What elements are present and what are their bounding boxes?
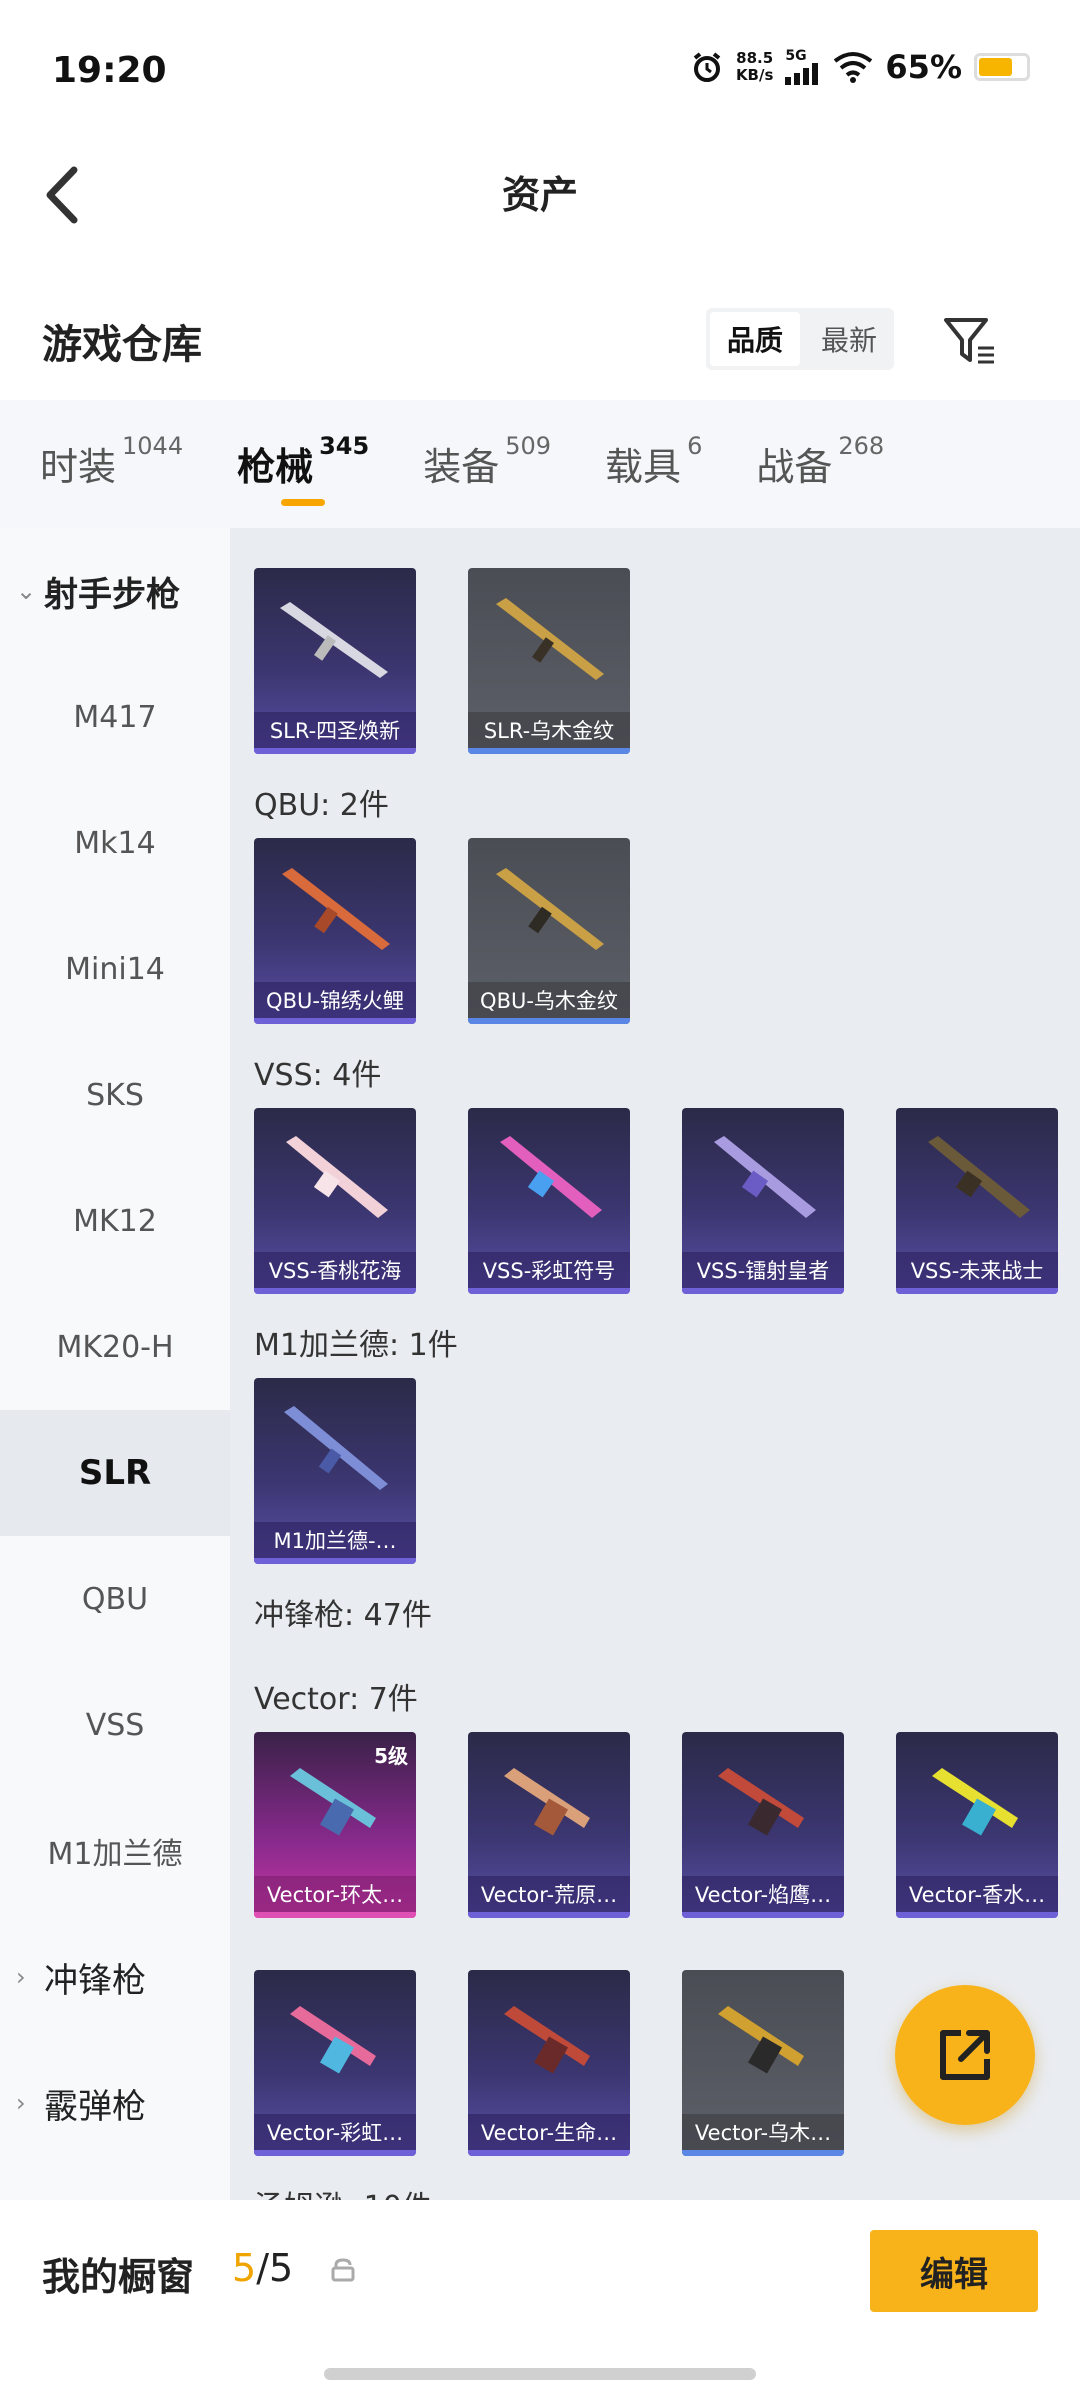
lock-icon — [331, 2258, 355, 2282]
share-fab[interactable] — [895, 1985, 1035, 2125]
status-icons: 88.5 KB/s 5G 65% — [690, 48, 1030, 86]
battery-percent: 65% — [885, 48, 962, 86]
rifle-icon — [282, 868, 390, 950]
sort-toggle: 品质 最新 — [706, 308, 894, 370]
tab-outfit[interactable]: 时装 1044 — [40, 400, 183, 528]
skin-card[interactable]: VSS-香桃花海 — [254, 1108, 416, 1294]
category-tabs: 时装 1044 枪械 345 装备 509 载具 6 战备 268 — [0, 400, 1080, 528]
skin-card[interactable]: SLR-乌木金纹 — [468, 568, 630, 754]
smg-icon — [290, 2006, 376, 2074]
active-tab-indicator — [281, 499, 326, 506]
sidebar-item-mk20h[interactable]: MK20-H — [0, 1284, 230, 1410]
warehouse-header: 游戏仓库 品质 最新 — [0, 290, 1080, 400]
skin-card[interactable]: Vector-香水… — [896, 1732, 1058, 1918]
group-label-vector: Vector: 7件 — [254, 1682, 418, 1717]
rifle-icon — [286, 1136, 388, 1218]
tab-vehicles[interactable]: 载具 6 — [605, 400, 702, 528]
skin-card[interactable]: Vector-荒原… — [468, 1732, 630, 1918]
skin-card[interactable]: Vector-乌木… — [682, 1970, 844, 2156]
sidebar-item-mini14[interactable]: Mini14 — [0, 906, 230, 1032]
edit-button[interactable]: 编辑 — [870, 2230, 1038, 2312]
weapon-sidebar: ⌄ 射手步枪 M417 Mk14 Mini14 SKS MK12 MK20-H … — [0, 528, 230, 2200]
tab-guns[interactable]: 枪械 345 — [237, 400, 369, 528]
smg-icon — [504, 2006, 590, 2074]
group-label-smg: 冲锋枪: 47件 — [254, 1598, 432, 1633]
sidebar-group-smg[interactable]: › 冲锋枪 — [0, 1914, 230, 2040]
skin-card[interactable]: SLR-四圣焕新 — [254, 568, 416, 754]
sidebar-item-qbu[interactable]: QBU — [0, 1536, 230, 1662]
smg-icon — [718, 1768, 804, 1836]
signal-icon: 5G — [785, 49, 821, 85]
chevron-right-icon: › — [16, 1963, 26, 1991]
chevron-down-icon: ⌄ — [16, 577, 37, 605]
group-label-m1: M1加兰德: 1件 — [254, 1328, 458, 1363]
group-label-thompson: 汤姆逊: 10件 — [254, 2182, 432, 2200]
skin-card[interactable]: 5级 Vector-环太… — [254, 1732, 416, 1918]
group-label-vss: VSS: 4件 — [254, 1058, 382, 1093]
battery-icon — [974, 53, 1030, 81]
external-link-icon — [940, 2030, 990, 2080]
rifle-icon — [496, 868, 604, 950]
smg-icon — [290, 1768, 376, 1836]
sort-quality-button[interactable]: 品质 — [710, 312, 800, 366]
rifle-icon — [714, 1136, 816, 1218]
tab-equipment[interactable]: 装备 509 — [423, 400, 551, 528]
rifle-icon — [928, 1136, 1030, 1218]
home-indicator[interactable] — [324, 2368, 756, 2380]
sidebar-item-slr[interactable]: SLR — [0, 1410, 230, 1536]
rifle-icon — [500, 1136, 602, 1218]
tab-supplies[interactable]: 战备 268 — [756, 400, 884, 528]
rifle-icon — [496, 598, 604, 680]
weapon-grid: SLR-四圣焕新 SLR-乌木金纹 QBU: 2件 QBU-锦绣火鲤 QBU-乌… — [230, 528, 1080, 2200]
sidebar-item-mk14[interactable]: Mk14 — [0, 780, 230, 906]
alarm-icon — [693, 52, 721, 82]
skin-card[interactable]: QBU-乌木金纹 — [468, 838, 630, 1024]
wifi-icon — [834, 52, 873, 83]
sidebar-group-marksman[interactable]: ⌄ 射手步枪 — [0, 528, 230, 654]
group-label-qbu: QBU: 2件 — [254, 788, 389, 823]
top-nav: 资产 — [0, 140, 1080, 250]
status-bar: 19:20 88.5 KB/s 5G 65% — [0, 0, 1080, 140]
skin-card[interactable]: VSS-未来战士 — [896, 1108, 1058, 1294]
rifle-icon — [284, 1406, 388, 1490]
sidebar-group-shotgun[interactable]: › 霰弹枪 — [0, 2040, 230, 2166]
sidebar-item-vss[interactable]: VSS — [0, 1662, 230, 1788]
net-speed: 88.5 KB/s — [735, 49, 774, 84]
showcase-label: 我的橱窗 — [42, 2255, 195, 2299]
chevron-right-icon: › — [16, 2089, 26, 2117]
skin-card[interactable]: QBU-锦绣火鲤 — [254, 838, 416, 1024]
filter-icon[interactable] — [940, 310, 1000, 370]
sidebar-item-sks[interactable]: SKS — [0, 1032, 230, 1158]
showcase-count: 5/5 — [232, 2246, 294, 2290]
sort-newest-button[interactable]: 最新 — [804, 308, 894, 370]
skin-card[interactable]: M1加兰德-… — [254, 1378, 416, 1564]
smg-icon — [504, 1768, 590, 1836]
skin-card[interactable]: Vector-彩虹… — [254, 1970, 416, 2156]
page-title: 资产 — [501, 173, 578, 217]
skin-card[interactable]: VSS-彩虹符号 — [468, 1108, 630, 1294]
skin-card[interactable]: Vector-焰鹰… — [682, 1732, 844, 1918]
smg-icon — [932, 1768, 1018, 1836]
warehouse-title: 游戏仓库 — [42, 322, 202, 368]
sidebar-item-mk12[interactable]: MK12 — [0, 1158, 230, 1284]
sidebar-item-m1-garand[interactable]: M1加兰德 — [0, 1788, 230, 1914]
smg-icon — [718, 2006, 804, 2074]
skin-card[interactable]: Vector-生命… — [468, 1970, 630, 2156]
sidebar-item-m417[interactable]: M417 — [0, 654, 230, 780]
skin-card[interactable]: VSS-镭射皇者 — [682, 1108, 844, 1294]
status-time: 19:20 — [52, 50, 167, 91]
rifle-icon — [280, 602, 388, 678]
